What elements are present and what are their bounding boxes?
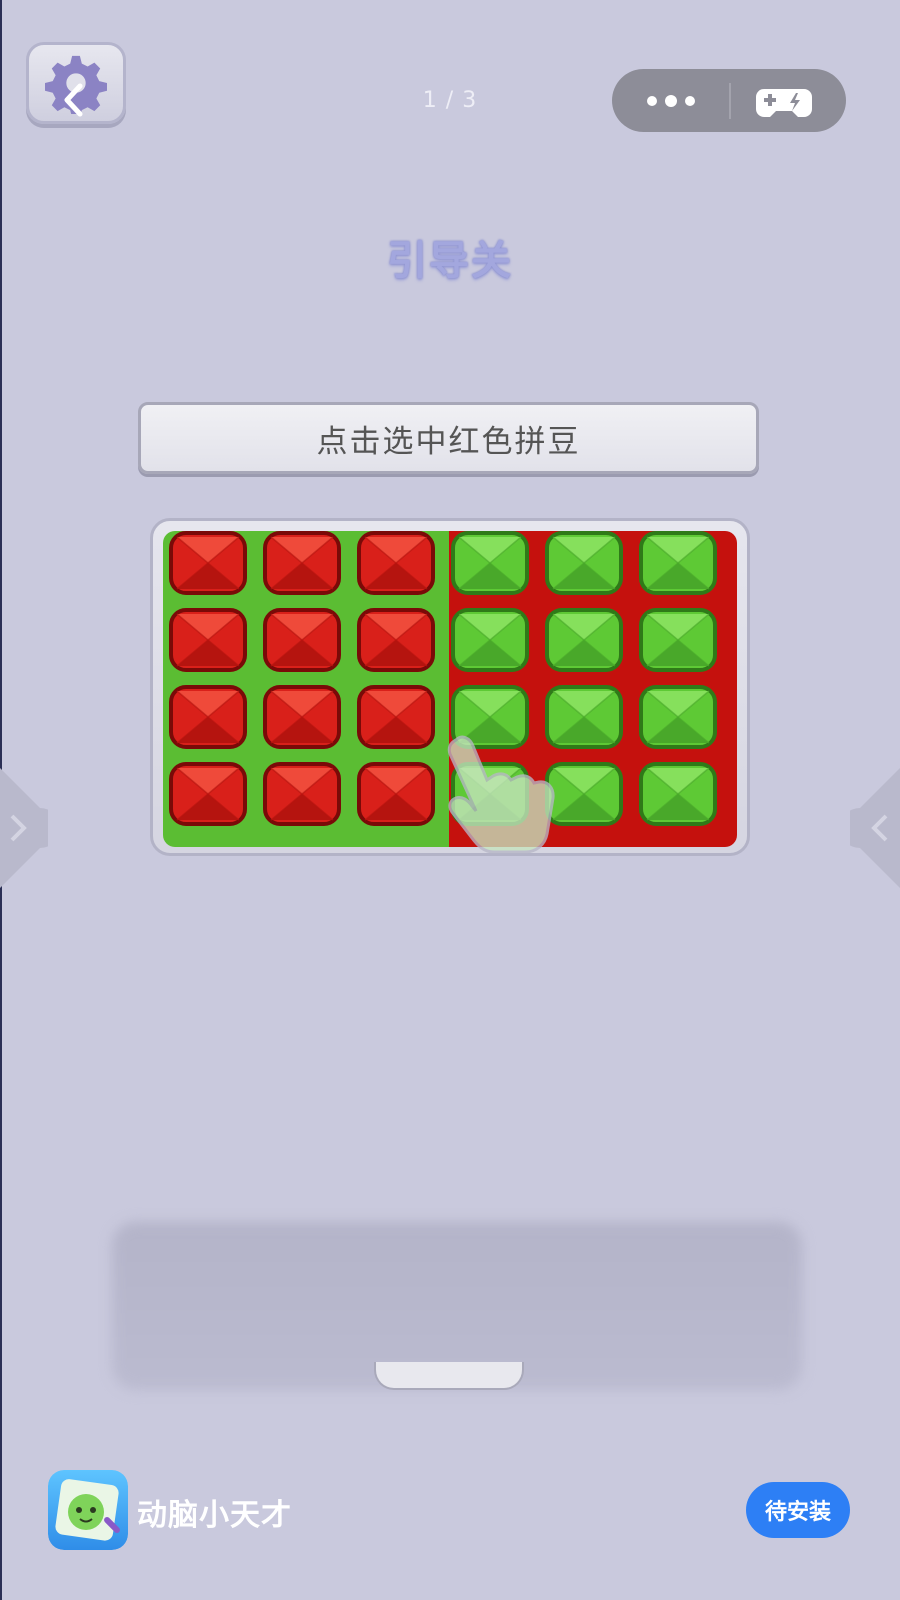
- menu-capsule: [612, 69, 846, 132]
- red-bean[interactable]: [357, 685, 435, 749]
- app-name[interactable]: 动脑小天才: [137, 1490, 292, 1534]
- green-bean[interactable]: [451, 608, 529, 672]
- app-icon[interactable]: [48, 1470, 128, 1550]
- red-bean[interactable]: [263, 608, 341, 672]
- green-bean[interactable]: [451, 531, 529, 595]
- install-button[interactable]: 待安装: [746, 1482, 850, 1538]
- next-arrow-icon[interactable]: [850, 768, 900, 888]
- level-title: 引导关: [387, 238, 513, 284]
- chevron-left-icon[interactable]: [58, 80, 88, 120]
- gamepad-icon[interactable]: [754, 81, 814, 121]
- red-bean[interactable]: [263, 762, 341, 826]
- red-bean[interactable]: [169, 608, 247, 672]
- hand-pointer-icon: [447, 735, 555, 854]
- capsule-divider: [729, 83, 731, 119]
- red-bean[interactable]: [263, 531, 341, 595]
- prev-arrow-icon[interactable]: [0, 768, 48, 888]
- red-bean[interactable]: [357, 531, 435, 595]
- page-indicator: 1 / 3: [422, 88, 478, 113]
- more-icon[interactable]: [642, 89, 702, 113]
- panel-handle[interactable]: [374, 1362, 524, 1390]
- red-bean[interactable]: [263, 685, 341, 749]
- green-bean[interactable]: [639, 531, 717, 595]
- green-bean[interactable]: [545, 608, 623, 672]
- red-bean[interactable]: [357, 608, 435, 672]
- red-bean[interactable]: [357, 762, 435, 826]
- green-bean[interactable]: [639, 762, 717, 826]
- red-bean[interactable]: [169, 685, 247, 749]
- red-bean[interactable]: [169, 531, 247, 595]
- green-bean[interactable]: [639, 685, 717, 749]
- red-bean[interactable]: [169, 762, 247, 826]
- green-bean[interactable]: [545, 531, 623, 595]
- green-bean[interactable]: [639, 608, 717, 672]
- instruction-banner: 点击选中红色拼豆: [138, 402, 759, 474]
